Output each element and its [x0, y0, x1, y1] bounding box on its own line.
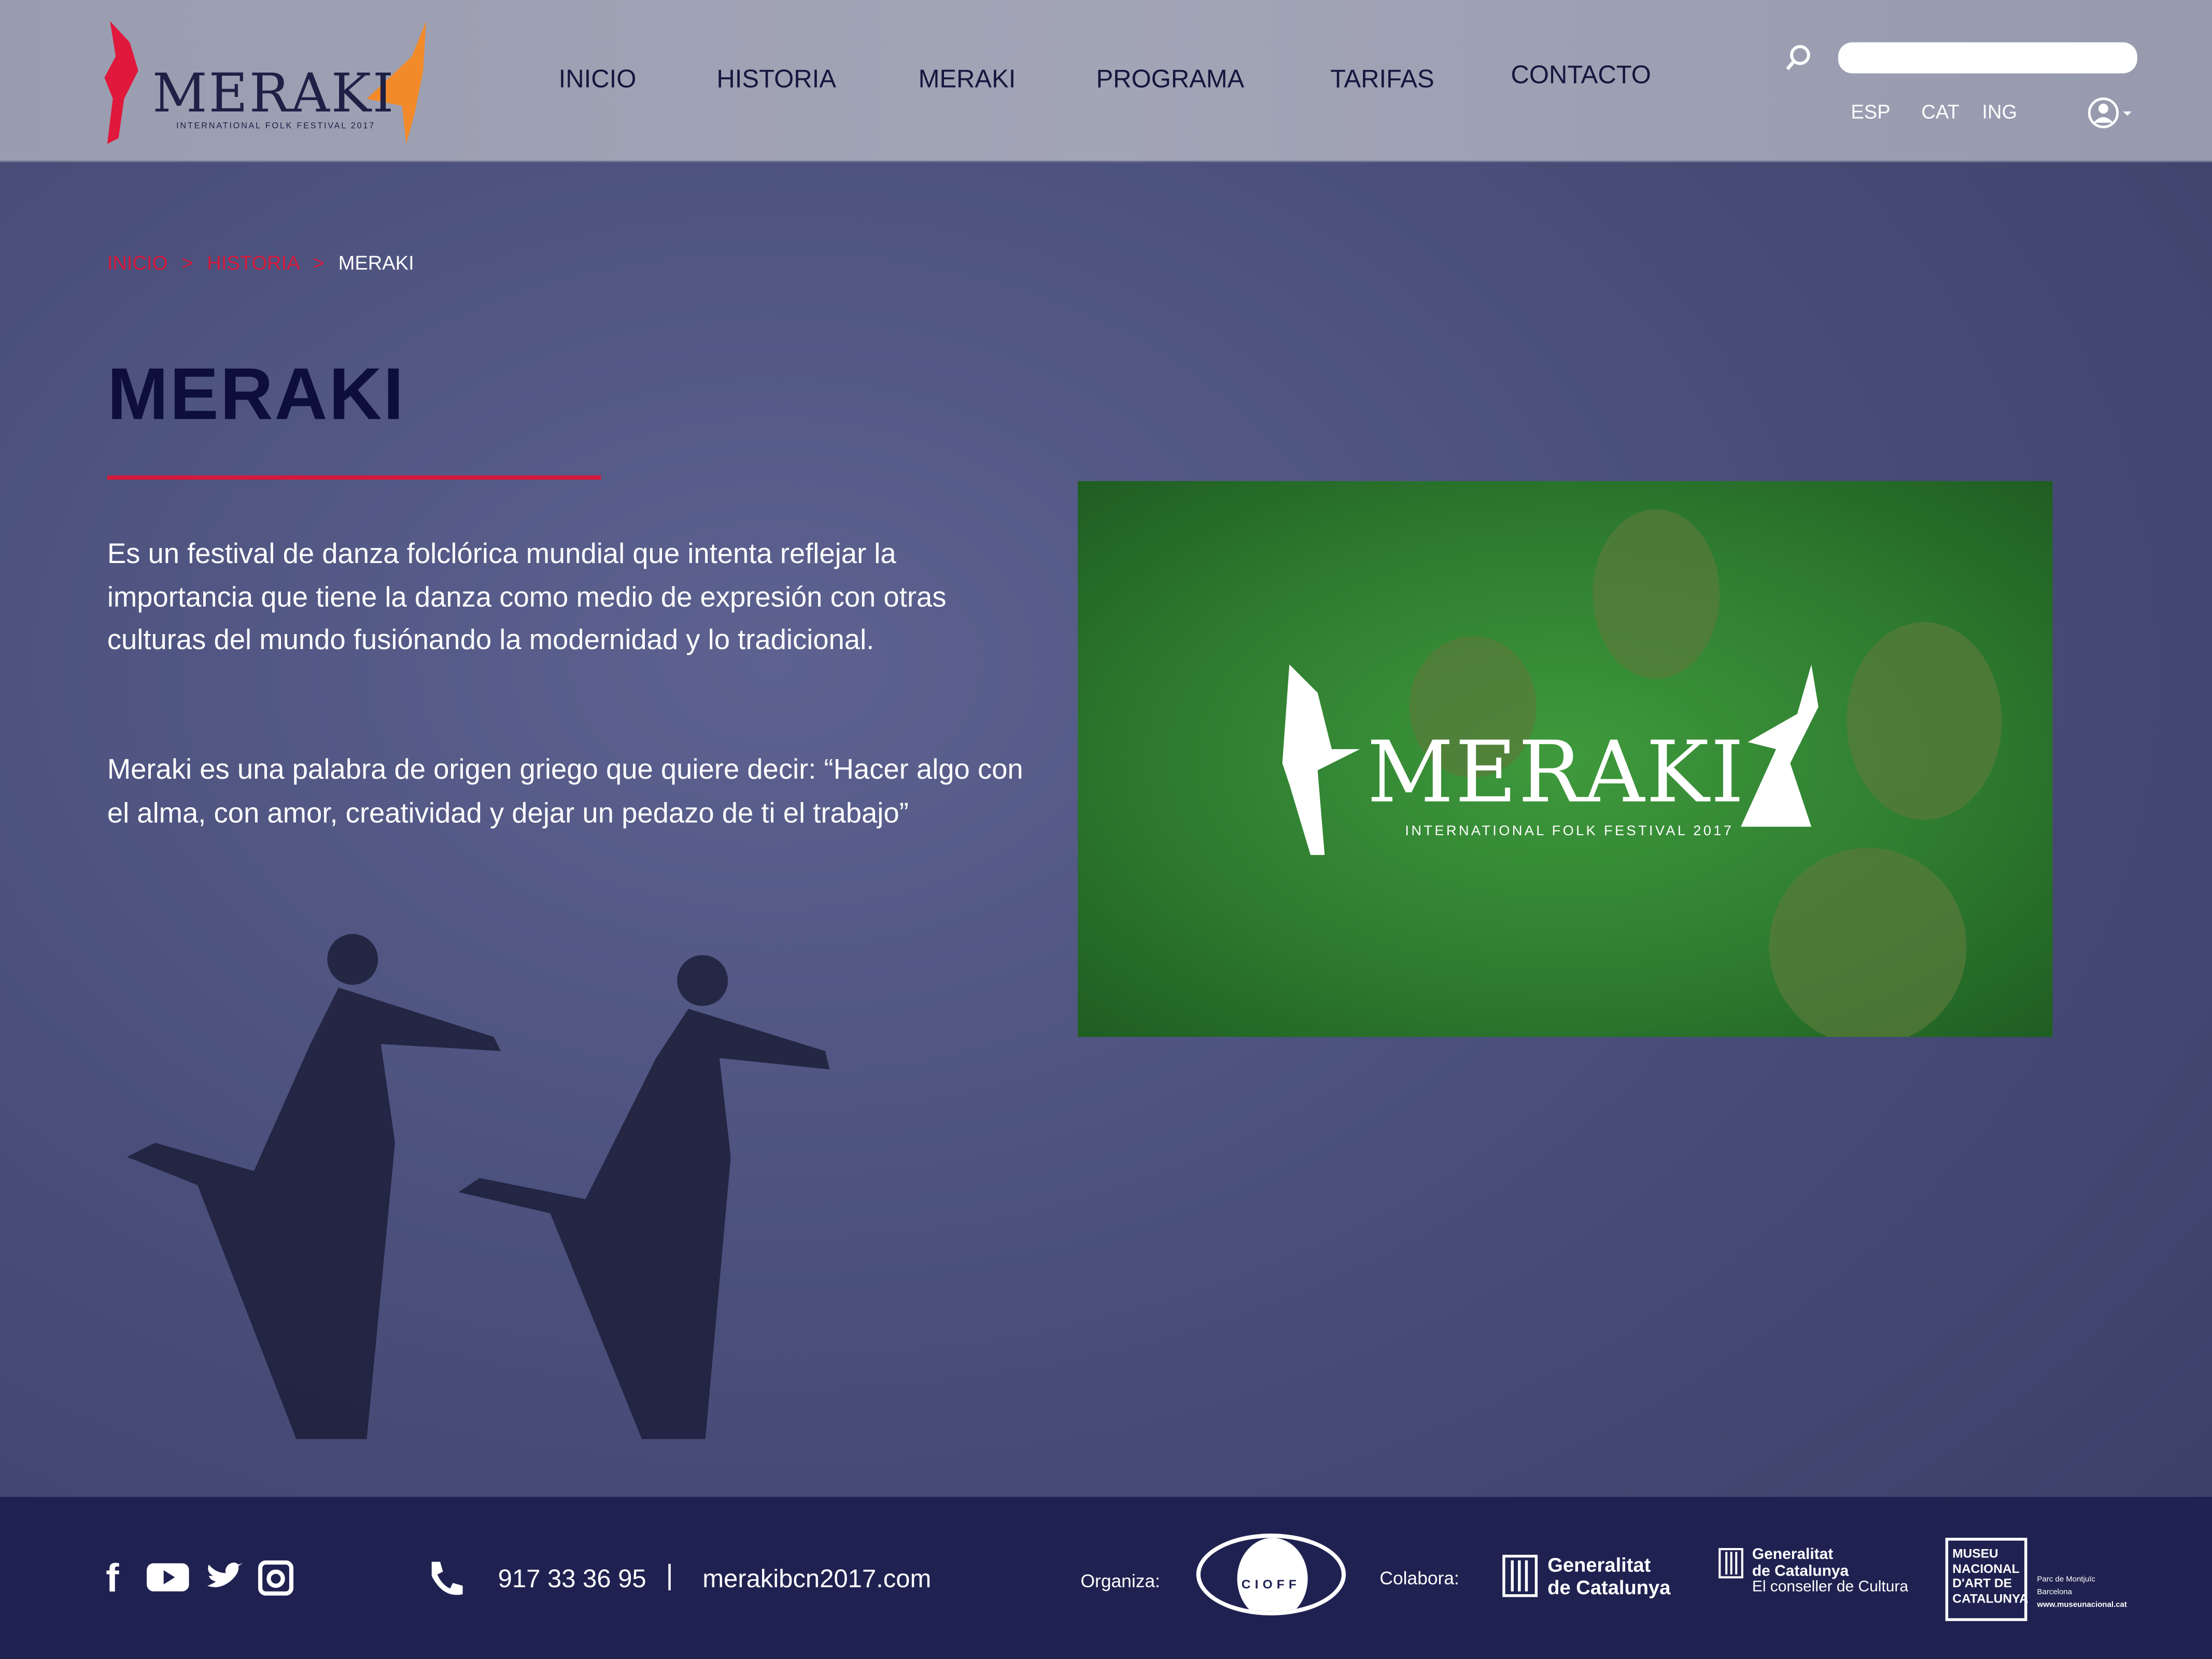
breadcrumb-current: MERAKI [338, 251, 414, 274]
breadcrumb-historia[interactable]: HISTORIA [207, 251, 299, 274]
sponsor2-line3: El conseller de Cultura [1752, 1579, 1909, 1596]
phone-icon [431, 1562, 463, 1595]
sponsor1-line1: Generalitat [1547, 1553, 1651, 1576]
user-icon[interactable] [2087, 96, 2135, 130]
logo[interactable]: MERAKI INTERNATIONAL FOLK FESTIVAL 2017 [98, 14, 437, 144]
nav-historia[interactable]: HISTORIA [716, 65, 836, 94]
breadcrumb: INICIO > HISTORIA > MERAKI [107, 251, 414, 274]
generalitat-logo[interactable]: Generalitat de Catalunya [1547, 1553, 1670, 1598]
sponsor2-line2: de Catalunya [1752, 1562, 1849, 1580]
header: MERAKI INTERNATIONAL FOLK FESTIVAL 2017 … [0, 0, 2212, 162]
youtube-icon[interactable] [147, 1563, 189, 1592]
lang-ing[interactable]: ING [1982, 100, 2017, 123]
website-link[interactable]: merakibcn2017.com [702, 1565, 931, 1594]
generalitat-cultura-logo[interactable]: Generalitat de Catalunya El conseller de… [1752, 1546, 1909, 1596]
instagram-icon[interactable] [258, 1560, 294, 1596]
breadcrumb-separator: > [313, 251, 325, 274]
twitter-icon[interactable] [205, 1562, 244, 1593]
festival-video-thumbnail[interactable]: MERAKI INTERNATIONAL FOLK FESTIVAL 2017 [1078, 481, 2053, 1037]
nav-tarifas[interactable]: TARIFAS [1330, 65, 1434, 94]
museum-info-line: www.museunacional.cat [2037, 1601, 2127, 1610]
footer-separator: | [666, 1560, 673, 1592]
facebook-icon[interactable]: f [106, 1556, 119, 1601]
logo-subtitle: INTERNATIONAL FOLK FESTIVAL 2017 [176, 122, 375, 132]
museum-logo[interactable]: MUSEU NACIONAL D'ART DE CATALUNYA [1945, 1538, 2028, 1621]
breadcrumb-separator: > [181, 251, 193, 274]
museum-line: D'ART DE [1952, 1576, 2012, 1590]
page: MERAKI INTERNATIONAL FOLK FESTIVAL 2017 … [0, 0, 2212, 1659]
footer: f 917 33 36 95 | merakibcn2017.com Organ… [0, 1497, 2212, 1659]
nav-inicio[interactable]: INICIO [559, 65, 637, 94]
nav-programa[interactable]: PROGRAMA [1096, 65, 1244, 94]
cioff-text: CIOFF [1241, 1577, 1301, 1592]
museum-info-line: Parc de Montjuïc [2037, 1576, 2095, 1585]
museum-info: Parc de Montjuïc Barcelona www.museunaci… [2037, 1574, 2127, 1612]
museum-line: MUSEU [1952, 1546, 1998, 1560]
photo-wordmark: MERAKI [1366, 724, 1745, 823]
generalitat-emblem-icon [1502, 1554, 1538, 1597]
breadcrumb-inicio[interactable]: INICIO [107, 251, 167, 274]
cioff-logo[interactable]: CIOFF [1196, 1534, 1346, 1615]
generalitat-emblem-icon [1718, 1548, 1743, 1579]
title-underline [107, 475, 601, 480]
meaning-paragraph: Meraki es una palabra de origen griego q… [107, 754, 1023, 829]
museum-info-line: Barcelona [2037, 1588, 2072, 1597]
nav-contacto[interactable]: CONTACTO [1511, 61, 1651, 90]
nav-meraki[interactable]: MERAKI [919, 65, 1016, 94]
lang-esp[interactable]: ESP [1851, 100, 1890, 123]
photo-subtitle: INTERNATIONAL FOLK FESTIVAL 2017 [1405, 824, 1734, 840]
colabora-label: Colabora: [1379, 1567, 1459, 1589]
museum-line: CATALUNYA [1952, 1591, 2028, 1605]
dancers-image [126, 934, 830, 1439]
sponsor2-line1: Generalitat [1752, 1546, 1834, 1564]
museum-line: NACIONAL [1952, 1561, 2020, 1576]
intro-paragraph: Es un festival de danza folclórica mundi… [107, 539, 947, 656]
sponsor1-line2: de Catalunya [1547, 1576, 1671, 1599]
phone-number[interactable]: 917 33 36 95 [498, 1565, 646, 1594]
lang-cat[interactable]: CAT [1921, 100, 1959, 123]
logo-wordmark: MERAKI [152, 62, 396, 124]
search-icon[interactable] [1783, 43, 1814, 74]
search-input[interactable] [1838, 42, 2137, 74]
organiza-label: Organiza: [1080, 1570, 1160, 1592]
page-title: MERAKI [107, 354, 405, 436]
